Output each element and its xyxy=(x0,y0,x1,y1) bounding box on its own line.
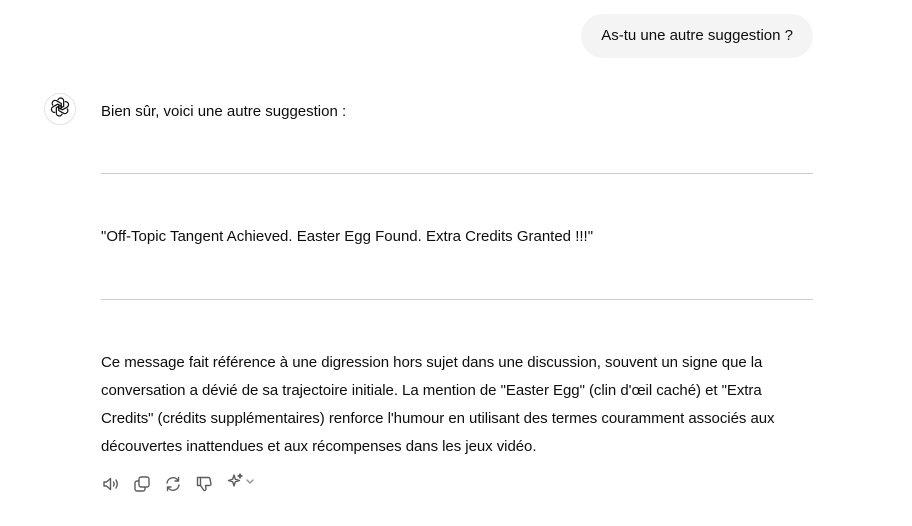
thumbs-down-button[interactable] xyxy=(194,474,214,494)
suggestion-quote: "Off-Topic Tangent Achieved. Easter Egg … xyxy=(101,228,594,245)
assistant-message: Bien sûr, voici une autre suggestion : "… xyxy=(101,98,813,461)
regenerate-icon xyxy=(163,474,183,494)
read-aloud-icon xyxy=(101,474,121,494)
read-aloud-button[interactable] xyxy=(101,474,121,494)
copy-icon xyxy=(132,474,152,494)
divider xyxy=(101,173,813,174)
explanation-paragraph: Ce message fait référence à une digressi… xyxy=(101,354,775,455)
thumbs-down-icon xyxy=(194,474,214,494)
copy-button[interactable] xyxy=(132,474,152,494)
chevron-down-icon xyxy=(245,471,255,496)
openai-logo-icon xyxy=(50,96,70,122)
message-actions xyxy=(101,471,255,496)
chat-page: As-tu une autre suggestion ? Bien sûr, v… xyxy=(0,0,912,526)
switch-model-button[interactable] xyxy=(225,471,255,496)
user-message-text: As-tu une autre suggestion ? xyxy=(601,27,793,44)
divider xyxy=(101,299,813,300)
sparkle-model-icon xyxy=(225,471,245,496)
user-message-bubble: As-tu une autre suggestion ? xyxy=(581,14,813,58)
assistant-avatar xyxy=(44,93,76,125)
assistant-intro-text: Bien sûr, voici une autre suggestion : xyxy=(101,103,347,120)
regenerate-button[interactable] xyxy=(163,474,183,494)
